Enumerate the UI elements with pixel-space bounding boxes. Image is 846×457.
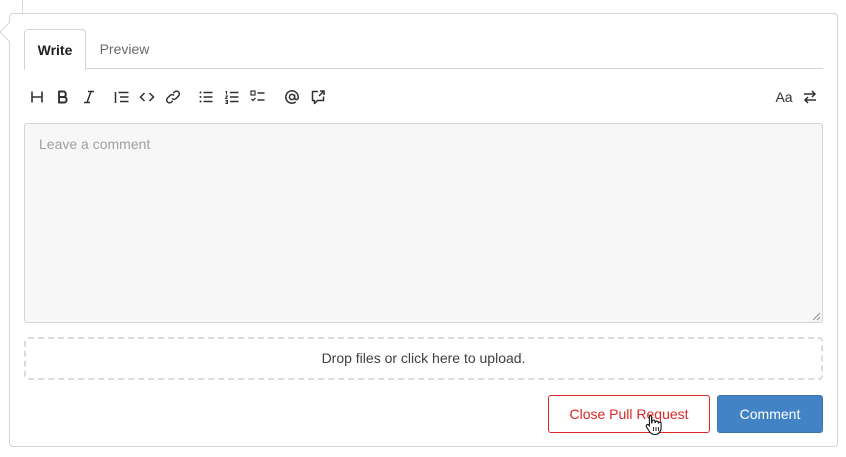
file-upload-dropzone[interactable]: Drop files or click here to upload. (24, 337, 823, 380)
mention-icon (285, 90, 299, 104)
cross-reference-button[interactable] (306, 84, 330, 110)
hand-pointer-cursor-icon (645, 414, 662, 436)
code-icon (139, 92, 155, 102)
comment-button[interactable]: Comment (717, 395, 823, 433)
unordered-list-button[interactable] (194, 84, 218, 110)
code-button[interactable] (135, 84, 159, 110)
timeline-line (22, 0, 23, 13)
quote-button[interactable] (110, 84, 134, 110)
heading-button[interactable] (25, 84, 49, 110)
tab-preview[interactable]: Preview (86, 29, 163, 69)
task-list-icon (250, 90, 265, 102)
bold-button[interactable] (51, 84, 75, 110)
task-list-button[interactable] (246, 84, 270, 110)
resize-grip-icon[interactable] (812, 312, 821, 321)
cross-reference-icon (311, 90, 325, 105)
quote-icon (114, 91, 129, 103)
close-pull-request-button[interactable]: Close Pull Request (548, 395, 710, 433)
mention-button[interactable] (280, 84, 304, 110)
italic-button[interactable] (77, 84, 101, 110)
link-button[interactable] (161, 84, 185, 110)
italic-icon (84, 90, 94, 104)
link-icon (165, 90, 181, 104)
unordered-list-icon (199, 91, 213, 103)
markdown-toolbar: Aa (24, 84, 823, 110)
comment-textarea[interactable] (24, 123, 823, 323)
monospace-toggle-button[interactable]: Aa (771, 84, 797, 110)
ordered-list-icon (224, 91, 239, 104)
editor-tabs: Write Preview (24, 29, 823, 70)
bold-icon (58, 90, 68, 104)
switch-editor-button[interactable] (798, 84, 822, 110)
switch-arrows-icon (803, 90, 817, 104)
tab-write[interactable]: Write (24, 29, 86, 70)
heading-icon (31, 91, 43, 103)
ordered-list-button[interactable] (220, 84, 244, 110)
